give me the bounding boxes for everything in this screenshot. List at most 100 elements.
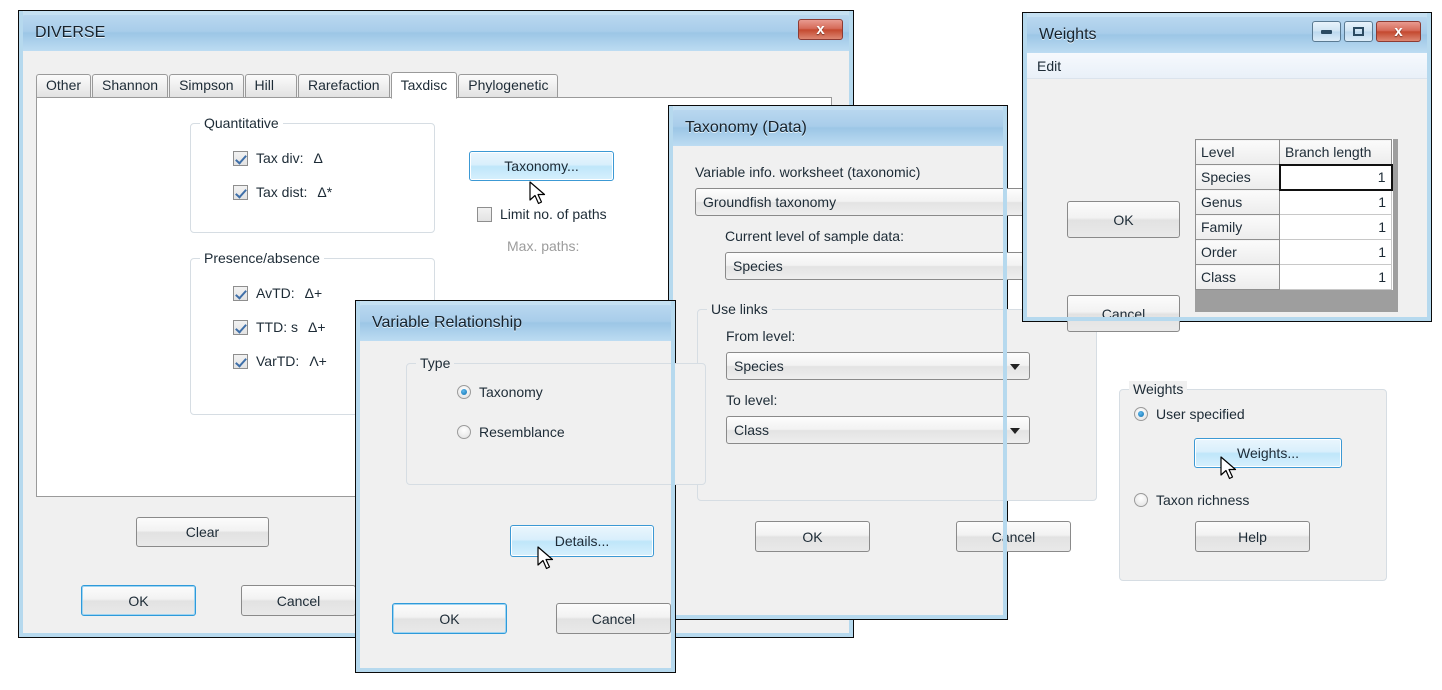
radio-user-specified[interactable]: User specified — [1134, 406, 1245, 422]
taxonomy-cancel-button[interactable]: Cancel — [956, 521, 1071, 552]
table-row[interactable]: Species 1 — [1195, 163, 1393, 191]
checkbox-icon — [233, 319, 248, 335]
from-level-value: Species — [734, 358, 784, 374]
weights-titlebar[interactable]: Weights x — [1023, 13, 1431, 53]
checkbox-tax-div[interactable]: Tax div: Δ — [233, 150, 323, 166]
maximize-icon[interactable] — [1344, 21, 1373, 42]
cell-branch-length[interactable]: 1 — [1279, 264, 1392, 290]
radio-resemblance[interactable]: Resemblance — [457, 424, 565, 440]
tab-label: Phylogenetic — [468, 77, 549, 93]
checkbox-icon — [233, 150, 248, 166]
checkbox-tax-dist[interactable]: Tax dist: Δ* — [233, 184, 332, 200]
menu-item-edit[interactable]: Edit — [1027, 54, 1071, 78]
taxonomy-data-body: Variable info. worksheet (taxonomic) Gro… — [673, 146, 1387, 615]
screen: DIVERSE x Other Shannon Simpson Hill Rar… — [0, 0, 1442, 690]
weights-button[interactable]: Weights... — [1194, 438, 1342, 468]
weights-ok-label: OK — [1113, 211, 1134, 228]
cancel-button[interactable]: Cancel — [241, 585, 356, 616]
cell-branch-length[interactable]: 1 — [1279, 214, 1392, 240]
variable-relationship-titlebar[interactable]: Variable Relationship — [356, 301, 675, 341]
checkbox-icon — [233, 285, 248, 301]
radio-label: User specified — [1156, 406, 1245, 422]
checkbox-symbol: Λ+ — [309, 353, 327, 369]
cancel-button-label: Cancel — [276, 592, 321, 609]
tab-other[interactable]: Other — [36, 74, 92, 97]
tab-simpson[interactable]: Simpson — [169, 74, 244, 97]
use-links-group: Use links From level: Species To level: … — [697, 301, 1097, 501]
weights-ok-button[interactable]: OK — [1067, 201, 1180, 238]
minimize-glyph — [1321, 29, 1332, 34]
radio-icon — [1134, 407, 1148, 421]
tab-rarefaction[interactable]: Rarefaction — [298, 74, 390, 97]
tab-label: Taxdisc — [400, 77, 448, 93]
tab-hill[interactable]: Hill — [244, 74, 297, 97]
current-level-label: Current level of sample data: — [725, 228, 904, 244]
vr-ok-button[interactable]: OK — [392, 603, 507, 634]
radio-taxon-richness[interactable]: Taxon richness — [1134, 492, 1249, 508]
to-level-combo[interactable]: Class — [726, 416, 1030, 444]
table-row[interactable]: Genus 1 — [1195, 189, 1392, 215]
radio-taxonomy[interactable]: Taxonomy — [457, 384, 543, 400]
taxonomy-help-label: Help — [1238, 528, 1267, 545]
taxonomy-help-button[interactable]: Help — [1195, 521, 1310, 552]
clear-button[interactable]: Clear — [136, 517, 269, 547]
cell-level: Species — [1195, 164, 1280, 190]
table-row[interactable]: Class 1 — [1195, 264, 1392, 290]
close-glyph: x — [1394, 23, 1403, 40]
chevron-down-icon — [1010, 428, 1020, 434]
checkbox-label: Tax div: — [256, 150, 304, 166]
variable-relationship-window: Variable Relationship Type Taxonomy Rese… — [355, 300, 706, 673]
radio-label: Taxonomy — [479, 384, 543, 400]
vr-cancel-button[interactable]: Cancel — [556, 603, 671, 634]
worksheet-value: Groundfish taxonomy — [703, 194, 837, 210]
close-icon[interactable]: x — [798, 19, 843, 40]
variable-relationship-title: Variable Relationship — [372, 314, 523, 331]
cell-level: Order — [1195, 239, 1280, 265]
details-button-label: Details... — [554, 533, 610, 549]
diverse-tabstrip: Other Shannon Simpson Hill Rarefaction T… — [36, 72, 559, 99]
cell-branch-length[interactable]: 1 — [1279, 189, 1392, 215]
checkbox-icon — [477, 206, 492, 222]
worksheet-label: Variable info. worksheet (taxonomic) — [695, 164, 921, 180]
radio-icon — [1134, 493, 1148, 507]
checkbox-label: VarTD: — [256, 353, 300, 369]
checkbox-avtd[interactable]: AvTD: Δ+ — [233, 285, 322, 301]
weights-cancel-label: Cancel — [1101, 305, 1146, 322]
checkbox-icon — [233, 184, 248, 200]
diverse-titlebar[interactable]: DIVERSE x — [19, 11, 853, 51]
checkbox-ttd[interactable]: TTD: s Δ+ — [233, 319, 326, 335]
from-level-combo[interactable]: Species — [726, 352, 1030, 380]
taxonomy-ok-label: OK — [802, 528, 823, 545]
taxonomy-button[interactable]: Taxonomy... — [469, 151, 614, 181]
close-icon[interactable]: x — [1376, 21, 1421, 42]
checkbox-symbol: Δ+ — [308, 319, 326, 335]
checkbox-symbol: Δ+ — [304, 285, 323, 301]
quantitative-group: Quantitative Tax div: Δ Tax dist: Δ* — [190, 115, 435, 233]
details-button[interactable]: Details... — [510, 525, 654, 557]
table-row[interactable]: Family 1 — [1195, 214, 1392, 240]
cell-level: Genus — [1195, 189, 1280, 215]
ok-button[interactable]: OK — [81, 585, 196, 616]
taxonomy-ok-button[interactable]: OK — [755, 521, 870, 552]
weights-window: Weights x Edit OK Cancel Level Branch le… — [1022, 12, 1432, 332]
weights-legend: Weights — [1129, 381, 1188, 397]
checkbox-vartd[interactable]: VarTD: Λ+ — [233, 353, 327, 369]
radio-icon — [457, 385, 471, 399]
taxonomy-data-titlebar[interactable]: Taxonomy (Data) — [669, 106, 1007, 146]
checkbox-label: Tax dist: — [256, 184, 308, 200]
checkbox-limit-paths[interactable]: Limit no. of paths — [477, 206, 607, 222]
cell-branch-length[interactable]: 1 — [1278, 163, 1393, 191]
tab-shannon[interactable]: Shannon — [92, 74, 169, 97]
weights-cancel-button[interactable]: Cancel — [1067, 295, 1180, 332]
cell-branch-length[interactable]: 1 — [1279, 239, 1392, 265]
taxonomy-data-window: Taxonomy (Data) Variable info. worksheet… — [668, 105, 1387, 620]
weights-table[interactable]: Level Branch length Species 1 Genus 1 Fa… — [1195, 139, 1393, 290]
cell-level: Family — [1195, 214, 1280, 240]
tab-taxdisc[interactable]: Taxdisc — [390, 72, 458, 99]
tab-phylogenetic[interactable]: Phylogenetic — [458, 74, 559, 97]
variable-relationship-body: Type Taxonomy Resemblance Details... OK — [360, 341, 706, 668]
to-level-label: To level: — [726, 392, 778, 408]
table-row[interactable]: Order 1 — [1195, 239, 1392, 265]
minimize-icon[interactable] — [1312, 21, 1341, 42]
vr-ok-label: OK — [439, 610, 460, 627]
